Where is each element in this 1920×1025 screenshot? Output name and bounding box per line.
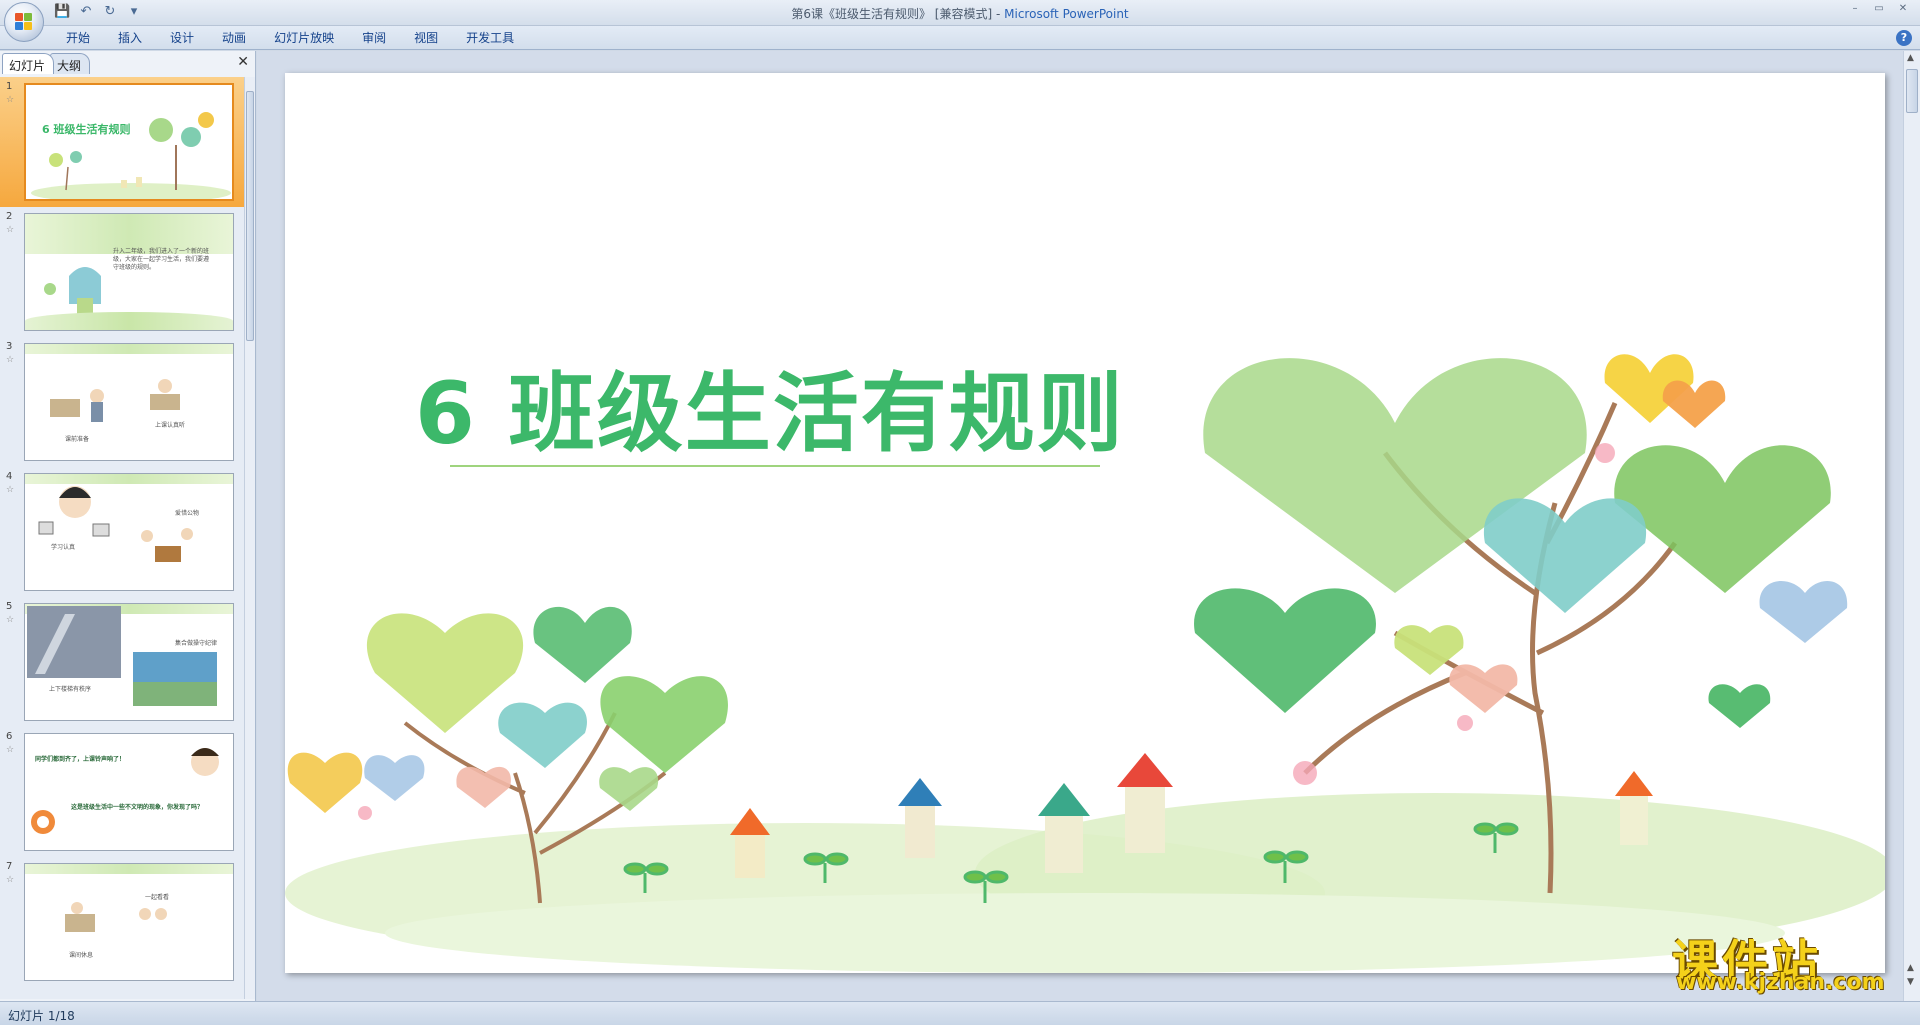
window-title: 第6课《班级生活有规则》 [兼容模式] - Microsoft PowerPoi… [0,5,1920,22]
thumbnail-caption: 上课认真听 [155,422,186,429]
slide-number: 1 [6,81,13,92]
panel-tabs: 幻灯片 大纲 [2,53,91,75]
thumbnail-image: 课前准备 上课认真听 [24,343,234,461]
slide-thumbnail-2[interactable]: 2 ☆ 升入二年级，我们进入了一个新的班级，大家在一起学习生活，我们要遵守班级的… [0,207,244,337]
slide-number: 3 [6,341,13,352]
office-button[interactable] [4,2,44,42]
watermark-logo: 课件站 www.kjzhan.com [1664,926,1902,996]
tab-slideshow[interactable]: 幻灯片放映 [260,30,348,46]
thumbnail-art [31,748,219,834]
transition-icon: ☆ [6,355,15,365]
thumbnail-art [65,902,167,932]
slide-illustration [285,354,1885,973]
tab-insert[interactable]: 插入 [104,30,156,46]
help-icon[interactable]: ? [1896,30,1912,46]
thumbnail-image: 上下楼梯有秩序 集合做操守纪律 [24,603,234,721]
office-logo-icon [15,13,33,31]
tab-design[interactable]: 设计 [156,30,208,46]
thumbnail-image: 学习认真 爱惜公物 [24,473,234,591]
minimize-button[interactable]: – [1844,2,1866,16]
thumbnail-image: 升入二年级，我们进入了一个新的班级，大家在一起学习生活，我们要遵守班级的规则。 [24,213,234,331]
thumbnail-caption: 集合做操守纪律 [175,640,218,647]
watermark-url: www.kjzhan.com [1676,970,1885,995]
scrollbar-thumb[interactable] [246,91,254,341]
window-controls: – ▭ ✕ [1844,2,1914,16]
slide-thumbnail-7[interactable]: 7 ☆ 一起看看 课间休息 [0,857,244,987]
transition-icon: ☆ [6,875,15,885]
transition-icon: ☆ [6,745,15,755]
slide-thumbnails: 1 ☆ 6 班级生活有规则 2 ☆ 升入二年级，我们进入了一个新的班级，大家在一… [0,77,244,999]
thumbnail-caption: 课间休息 [69,952,94,959]
thumbnail-art [27,606,217,706]
thumbnail-art [38,486,193,562]
transition-icon: ☆ [6,485,15,495]
previous-slide-icon[interactable]: ▲ [1907,963,1914,973]
slide-number: 2 [6,211,13,222]
scrollbar-thumb[interactable] [1906,69,1918,113]
transition-icon: ☆ [6,615,15,625]
panel-close-icon[interactable]: ✕ [237,54,249,70]
thumbnail-caption: 课前准备 [65,436,90,443]
thumbnail-image: 同学们都到齐了，上课铃声响了！ 这是班级生活中一些不文明的现象，你发现了吗？ [24,733,234,851]
ribbon: 开始 插入 设计 动画 幻灯片放映 审阅 视图 开发工具 ? [0,26,1920,50]
slide-number: 6 [6,731,13,742]
editor-scrollbar[interactable]: ▲ ▲ ▼ [1903,51,1920,1001]
tab-slides[interactable]: 幻灯片 [2,53,55,74]
ribbon-tabs: 开始 插入 设计 动画 幻灯片放映 审阅 视图 开发工具 [52,30,528,46]
slide-thumbnail-1[interactable]: 1 ☆ 6 班级生活有规则 [0,77,244,207]
slide-number: 4 [6,471,13,482]
slide-title[interactable]: 6 班级生活有规则 [415,343,1125,468]
slide-canvas[interactable]: 6 班级生活有规则 [285,73,1885,973]
thumbnail-caption: 上下楼梯有秩序 [49,686,92,693]
slide-thumbnail-6[interactable]: 6 ☆ 同学们都到齐了，上课铃声响了！ 这是班级生活中一些不文明的现象，你发现了… [0,727,244,857]
thumbnail-art [31,112,231,199]
tab-developer[interactable]: 开发工具 [452,30,528,46]
tab-view[interactable]: 视图 [400,30,452,46]
app-name: Microsoft PowerPoint [1004,7,1129,21]
status-bar: 幻灯片 1/18 [0,1001,1920,1025]
close-button[interactable]: ✕ [1892,2,1914,16]
slide-editor: 6 班级生活有规则 [257,51,1903,1001]
title-underline [450,465,1100,467]
slide-number: 7 [6,861,13,872]
thumbnail-caption: 爱惜公物 [175,510,200,517]
tab-animations[interactable]: 动画 [208,30,260,46]
document-title: 第6课《班级生活有规则》 [兼容模式] - [791,7,1005,21]
next-slide-icon[interactable]: ▼ [1907,977,1914,987]
thumbnail-art [50,379,180,422]
tab-review[interactable]: 审阅 [348,30,400,46]
slides-panel: 幻灯片 大纲 ✕ 1 ☆ 6 班级生活有规则 2 ☆ 升入二年级，我们进入了一个… [0,51,256,1001]
scroll-up-icon[interactable]: ▲ [1907,53,1914,63]
tab-outline[interactable]: 大纲 [50,53,91,74]
thumbnail-image: 6 班级生活有规则 [24,83,234,201]
maximize-button[interactable]: ▭ [1868,2,1890,16]
slide-thumbnail-5[interactable]: 5 ☆ 上下楼梯有秩序 集合做操守纪律 [0,597,244,727]
title-bar: 💾 ↶ ↻ ▾ 第6课《班级生活有规则》 [兼容模式] - Microsoft … [0,0,1920,26]
slide-counter: 幻灯片 1/18 [8,1009,75,1023]
thumbnail-caption: 一起看看 [145,894,170,901]
transition-icon: ☆ [6,95,15,105]
thumbnails-scrollbar[interactable] [244,77,255,999]
transition-icon: ☆ [6,225,15,235]
slide-thumbnail-4[interactable]: 4 ☆ 学习认真 爱惜公物 [0,467,244,597]
thumbnail-caption: 学习认真 [51,544,76,551]
slide-number: 5 [6,601,13,612]
slide-thumbnail-3[interactable]: 3 ☆ 课前准备 上课认真听 [0,337,244,467]
tab-home[interactable]: 开始 [52,30,104,46]
thumbnail-image: 一起看看 课间休息 [24,863,234,981]
